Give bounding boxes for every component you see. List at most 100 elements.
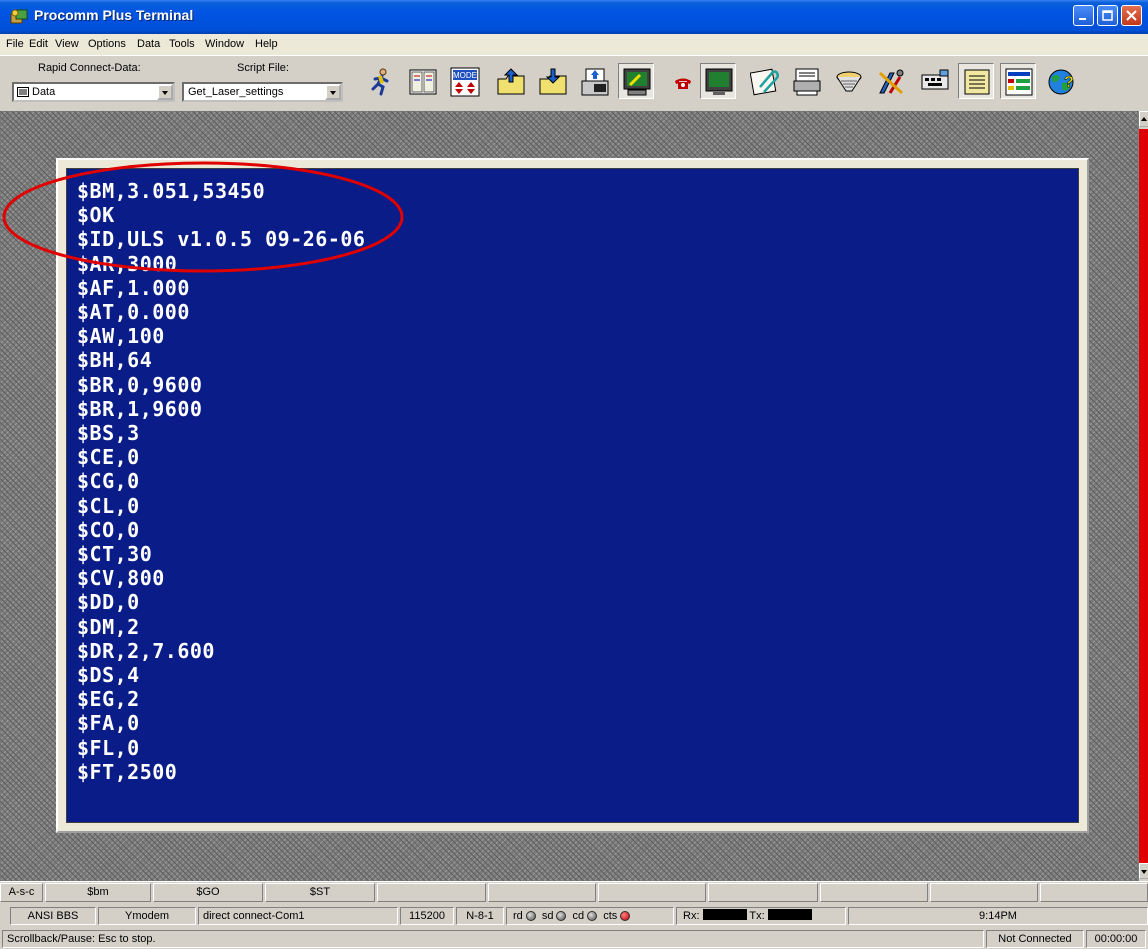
meta-key-6[interactable] bbox=[598, 883, 706, 902]
emulation-status[interactable]: ANSI BBS bbox=[10, 907, 96, 925]
maximize-icon bbox=[1102, 10, 1113, 21]
terminal-capture-button[interactable] bbox=[618, 63, 654, 99]
data-icon bbox=[17, 87, 29, 97]
menu-file[interactable]: File bbox=[6, 38, 24, 50]
menu-options[interactable]: Options bbox=[88, 38, 126, 50]
terminal-line: $DR,2,7.600 bbox=[77, 638, 215, 663]
led-label-cd: cd bbox=[572, 910, 585, 922]
terminal-window-button[interactable] bbox=[700, 63, 736, 99]
terminal-line: $FL,0 bbox=[77, 735, 140, 760]
hang-up-button[interactable] bbox=[664, 63, 700, 99]
meta-key-1[interactable]: $bm bbox=[45, 883, 151, 902]
protocol-status[interactable]: Ymodem bbox=[98, 907, 196, 925]
help-button[interactable]: ? bbox=[1042, 63, 1078, 99]
script-file-combo[interactable]: Get_Laser_settings bbox=[182, 82, 343, 102]
running-man-icon bbox=[371, 68, 389, 96]
menu-view[interactable]: View bbox=[55, 38, 79, 50]
rapid-connect-dropdown-icon[interactable] bbox=[157, 84, 173, 100]
phonebook-button[interactable] bbox=[404, 63, 440, 99]
send-file-button[interactable] bbox=[492, 63, 528, 99]
meta-key-9[interactable] bbox=[930, 883, 1038, 902]
folder-download-icon bbox=[539, 68, 567, 95]
meta-key-8[interactable] bbox=[820, 883, 928, 902]
scroll-icon bbox=[964, 69, 990, 95]
menu-help[interactable]: Help bbox=[255, 38, 278, 50]
status-panel-icon bbox=[1005, 68, 1033, 96]
minimize-icon bbox=[1079, 18, 1086, 20]
meta-key-4[interactable] bbox=[377, 883, 486, 902]
meta-key-7[interactable] bbox=[708, 883, 818, 902]
fax-button[interactable] bbox=[576, 63, 612, 99]
keyboard-macro-button[interactable] bbox=[916, 63, 952, 99]
folder-upload-icon bbox=[497, 68, 525, 95]
terminal-line: $BR,0,9600 bbox=[77, 372, 203, 397]
close-icon bbox=[1126, 10, 1137, 21]
keyboard-icon bbox=[921, 69, 949, 90]
scroll-down-arrow-icon[interactable] bbox=[1139, 863, 1148, 879]
tx-activity-bar bbox=[767, 909, 812, 920]
clock: 9:14PM bbox=[848, 907, 1148, 925]
rx-label: Rx: bbox=[683, 910, 700, 922]
terminal-line: $AF,1.000 bbox=[77, 275, 190, 300]
meta-key-2[interactable]: $GO bbox=[153, 883, 263, 902]
status-bar-connection: ANSI BBS Ymodem direct connect-Com1 1152… bbox=[0, 905, 1148, 927]
script-file-value: Get_Laser_settings bbox=[188, 86, 284, 98]
status-line-button[interactable] bbox=[1000, 63, 1036, 99]
run-script-button[interactable] bbox=[362, 63, 398, 99]
status-bar-messages: Scrollback/Pause: Esc to stop. Not Conne… bbox=[0, 928, 1148, 949]
script-file-dropdown-icon[interactable] bbox=[325, 84, 341, 100]
menu-window[interactable]: Window bbox=[205, 38, 244, 50]
tx-label: Tx: bbox=[749, 910, 765, 922]
meta-keys-button[interactable] bbox=[958, 63, 994, 99]
terminal-line: $DM,2 bbox=[77, 614, 140, 639]
scroll-track[interactable] bbox=[1139, 129, 1148, 863]
sieve-icon bbox=[836, 71, 862, 92]
terminal-line: $AW,100 bbox=[77, 324, 165, 349]
setup-button[interactable] bbox=[872, 63, 908, 99]
close-button[interactable] bbox=[1121, 5, 1142, 26]
meta-key-0[interactable]: A-s-c bbox=[0, 883, 43, 902]
svg-text:MODE: MODE bbox=[453, 71, 477, 80]
paperclip-icon bbox=[750, 68, 780, 96]
baud-rate-status[interactable]: 115200 bbox=[400, 907, 454, 925]
rx-tx-indicator: Rx: Tx: bbox=[676, 907, 846, 925]
highlight-ellipse bbox=[2, 161, 404, 273]
status-message: Scrollback/Pause: Esc to stop. bbox=[2, 930, 984, 948]
sd-led-icon bbox=[556, 911, 567, 921]
telephone-icon bbox=[675, 78, 691, 89]
menu-tools[interactable]: Tools bbox=[169, 38, 195, 50]
parity-status[interactable]: N-8-1 bbox=[456, 907, 504, 925]
title-bar[interactable]: Procomm Plus Terminal bbox=[0, 0, 1148, 34]
terminal-line: $FT,2500 bbox=[77, 759, 178, 784]
cd-led-icon bbox=[587, 911, 598, 921]
svg-text:?: ? bbox=[1064, 74, 1074, 91]
connection-status[interactable]: direct connect-Com1 bbox=[198, 907, 398, 925]
meta-key-5[interactable] bbox=[488, 883, 596, 902]
terminal-line: $CE,0 bbox=[77, 445, 140, 470]
scroll-up-arrow-icon[interactable] bbox=[1139, 111, 1148, 127]
rx-activity-bar bbox=[702, 909, 747, 920]
menu-edit[interactable]: Edit bbox=[29, 38, 48, 50]
rapid-connect-combo[interactable]: Data bbox=[12, 82, 175, 102]
terminal-line: $BS,3 bbox=[77, 421, 140, 446]
led-label-cts: cts bbox=[603, 910, 618, 922]
terminal-line: $BH,64 bbox=[77, 348, 153, 373]
connection-state: Not Connected bbox=[986, 930, 1084, 948]
print-button[interactable] bbox=[788, 63, 824, 99]
terminal-line: $CL,0 bbox=[77, 493, 140, 518]
filter-button[interactable] bbox=[830, 63, 866, 99]
maximize-button[interactable] bbox=[1097, 5, 1118, 26]
mode-button[interactable]: MODE bbox=[446, 63, 482, 99]
receive-file-button[interactable] bbox=[534, 63, 570, 99]
meta-key-10[interactable] bbox=[1040, 883, 1148, 902]
terminal-line: $DS,4 bbox=[77, 663, 140, 688]
menu-data[interactable]: Data bbox=[137, 38, 160, 50]
rapid-connect-label: Rapid Connect-Data: bbox=[38, 62, 141, 74]
terminal-line: $CG,0 bbox=[77, 469, 140, 494]
minimize-button[interactable] bbox=[1073, 5, 1094, 26]
terminal-line: $CV,800 bbox=[77, 566, 165, 591]
terminal-line: $CT,30 bbox=[77, 542, 153, 567]
clipboard-button[interactable] bbox=[746, 63, 782, 99]
vertical-scrollbar[interactable] bbox=[1138, 111, 1148, 881]
meta-key-3[interactable]: $ST bbox=[265, 883, 375, 902]
